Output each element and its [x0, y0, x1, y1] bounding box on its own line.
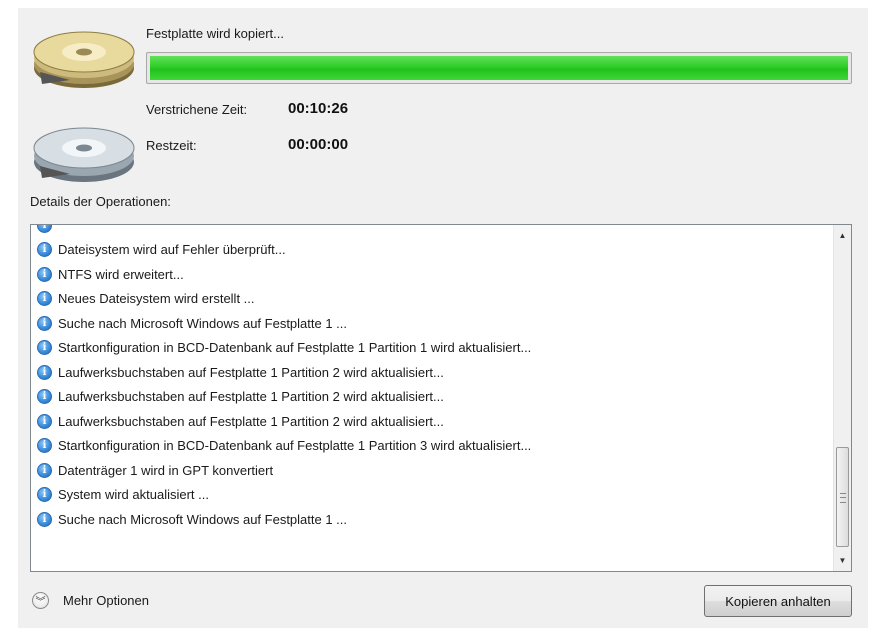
list-item: i Neues Dateisystem wird erstellt ...: [31, 287, 833, 312]
info-icon: i: [37, 389, 52, 405]
operations-log[interactable]: i i Dateisystem wird auf Fehler überprüft…: [30, 224, 852, 572]
gold-disk-icon: [33, 31, 135, 88]
log-item-text: Startkonfiguration in BCD-Datenbank auf …: [58, 438, 532, 454]
elapsed-time-label: Verstrichene Zeit:: [146, 102, 248, 117]
more-options-toggle[interactable]: ︾ Mehr Optionen: [32, 592, 149, 609]
log-item-text: NTFS wird erweitert...: [58, 266, 184, 282]
log-item-text: Laufwerksbuchstaben auf Festplatte 1 Par…: [58, 389, 444, 405]
list-item: i Startkonfiguration in BCD-Datenbank auf…: [31, 434, 833, 459]
log-scrollbar[interactable]: ▲ ▼: [833, 225, 851, 571]
chevron-double-down-icon: ︾: [32, 592, 49, 609]
log-item-text: Suche nach Microsoft Windows auf Festpla…: [58, 315, 348, 331]
info-icon: i: [37, 242, 52, 258]
log-item-text: Suche nach Microsoft Windows auf Festpla…: [58, 511, 348, 527]
log-item-text: Startkonfiguration in BCD-Datenbank auf …: [58, 340, 532, 356]
stop-copy-button[interactable]: Kopieren anhalten: [704, 585, 852, 617]
remaining-time-label: Restzeit:: [146, 138, 197, 153]
log-item-text: System wird aktualisiert ...: [58, 487, 209, 503]
list-item: i Startkonfiguration in BCD-Datenbank auf…: [31, 336, 833, 361]
info-icon: i: [37, 225, 52, 233]
info-icon: i: [37, 413, 52, 429]
operations-log-list: i i Dateisystem wird auf Fehler überprüft…: [31, 225, 833, 532]
info-icon: i: [37, 291, 52, 307]
details-label: Details der Operationen:: [30, 194, 171, 209]
info-icon: i: [37, 462, 52, 478]
list-item: i: [31, 225, 833, 238]
list-item: i System wird aktualisiert ...: [31, 483, 833, 508]
log-item-text: Dateisystem wird auf Fehler überprüft...: [58, 242, 286, 258]
list-item: i Laufwerksbuchstaben auf Festplatte 1 Pa…: [31, 360, 833, 385]
list-item: i Datenträger 1 wird in GPT konvertiert: [31, 458, 833, 483]
silver-disk-icon: [33, 127, 135, 182]
elapsed-time-value: 00:10:26: [288, 100, 349, 117]
status-text: Festplatte wird kopiert...: [146, 26, 284, 41]
list-item: i Laufwerksbuchstaben auf Festplatte 1 Pa…: [31, 385, 833, 410]
info-icon: i: [37, 315, 52, 331]
info-icon: i: [37, 340, 52, 356]
info-icon: i: [37, 364, 52, 380]
grip-icon: [840, 493, 846, 503]
scroll-thumb[interactable]: [836, 447, 849, 547]
info-icon: i: [37, 266, 52, 282]
log-item-text: Datenträger 1 wird in GPT konvertiert: [58, 462, 274, 478]
log-item-text: Laufwerksbuchstaben auf Festplatte 1 Par…: [58, 364, 444, 380]
list-item: i Suche nach Microsoft Windows auf Festpl…: [31, 311, 833, 336]
more-options-label: Mehr Optionen: [63, 593, 149, 608]
list-item: i Dateisystem wird auf Fehler überprüft..…: [31, 238, 833, 263]
scroll-up-arrow-icon[interactable]: ▲: [834, 227, 851, 244]
progress-fill: [150, 56, 848, 80]
scroll-down-arrow-icon[interactable]: ▼: [834, 552, 851, 569]
list-item: i Suche nach Microsoft Windows auf Festpl…: [31, 507, 833, 532]
copy-progress-bar: [146, 52, 852, 84]
remaining-time-value: 00:00:00: [288, 136, 349, 153]
list-item: i Laufwerksbuchstaben auf Festplatte 1 Pa…: [31, 409, 833, 434]
info-icon: i: [37, 438, 52, 454]
log-item-text: Neues Dateisystem wird erstellt ...: [58, 291, 255, 307]
info-icon: i: [37, 511, 52, 527]
log-item-text: Laufwerksbuchstaben auf Festplatte 1 Par…: [58, 413, 444, 429]
info-icon: i: [37, 487, 52, 503]
list-item: i NTFS wird erweitert...: [31, 262, 833, 287]
